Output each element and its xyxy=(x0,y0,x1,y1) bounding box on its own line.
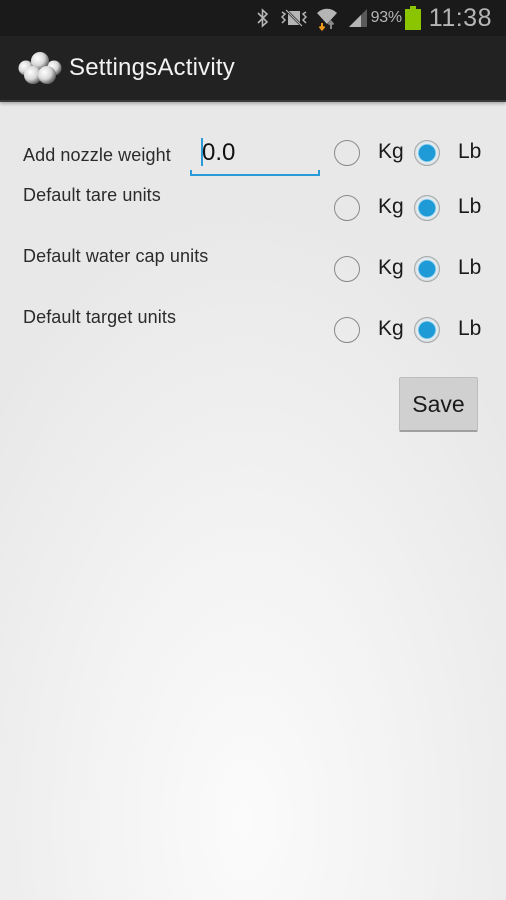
target-units-lb-radio[interactable] xyxy=(414,317,440,343)
target-units-kg-label[interactable]: Kg xyxy=(378,317,404,341)
water-cap-units-lb-label[interactable]: Lb xyxy=(458,256,481,280)
nozzle-weight-input[interactable]: 0.0 xyxy=(190,134,320,176)
nozzle-weight-value: 0.0 xyxy=(202,139,236,166)
target-units-kg-radio[interactable] xyxy=(334,317,360,343)
water-cap-units-lb-radio[interactable] xyxy=(414,256,440,282)
app-molecule-icon[interactable] xyxy=(17,50,63,86)
tare-units-label: Default tare units xyxy=(23,185,161,205)
nozzle-units-kg-radio[interactable] xyxy=(334,140,360,166)
tare-units-radio-group: Kg Lb xyxy=(334,193,494,223)
wifi-icon xyxy=(315,5,339,31)
page-title: SettingsActivity xyxy=(69,54,235,81)
target-units-radio-group: Kg Lb xyxy=(334,315,494,345)
tare-units-lb-radio[interactable] xyxy=(414,195,440,221)
action-bar: SettingsActivity xyxy=(0,36,506,102)
input-underline-right-tick xyxy=(318,170,320,176)
vibrate-icon xyxy=(280,8,307,28)
input-underline-left-tick xyxy=(190,170,192,176)
tare-units-kg-label[interactable]: Kg xyxy=(378,195,404,219)
target-units-lb-label[interactable]: Lb xyxy=(458,317,481,341)
input-underline xyxy=(190,174,320,176)
water-cap-units-label: Default water cap units xyxy=(23,246,209,266)
clock: 11:38 xyxy=(428,3,492,32)
target-units-label: Default target units xyxy=(23,307,177,327)
tare-units-kg-radio[interactable] xyxy=(334,195,360,221)
status-bar: 93% 11:38 xyxy=(0,0,506,36)
nozzle-units-lb-label[interactable]: Lb xyxy=(458,140,481,164)
nozzle-weight-label: Add nozzle weight xyxy=(23,145,171,165)
nozzle-units-kg-label[interactable]: Kg xyxy=(378,140,404,164)
water-cap-units-kg-label[interactable]: Kg xyxy=(378,256,404,280)
signal-icon xyxy=(347,8,369,28)
tare-units-lb-label[interactable]: Lb xyxy=(458,195,481,219)
water-cap-units-radio-group: Kg Lb xyxy=(334,254,494,284)
nozzle-units-lb-radio[interactable] xyxy=(414,140,440,166)
battery-icon xyxy=(404,6,421,30)
bluetooth-icon xyxy=(253,7,273,29)
water-cap-units-kg-radio[interactable] xyxy=(334,256,360,282)
nozzle-units-radio-group: Kg Lb xyxy=(334,138,494,168)
save-button[interactable]: Save xyxy=(399,377,478,432)
battery-percent: 93% xyxy=(370,9,402,26)
